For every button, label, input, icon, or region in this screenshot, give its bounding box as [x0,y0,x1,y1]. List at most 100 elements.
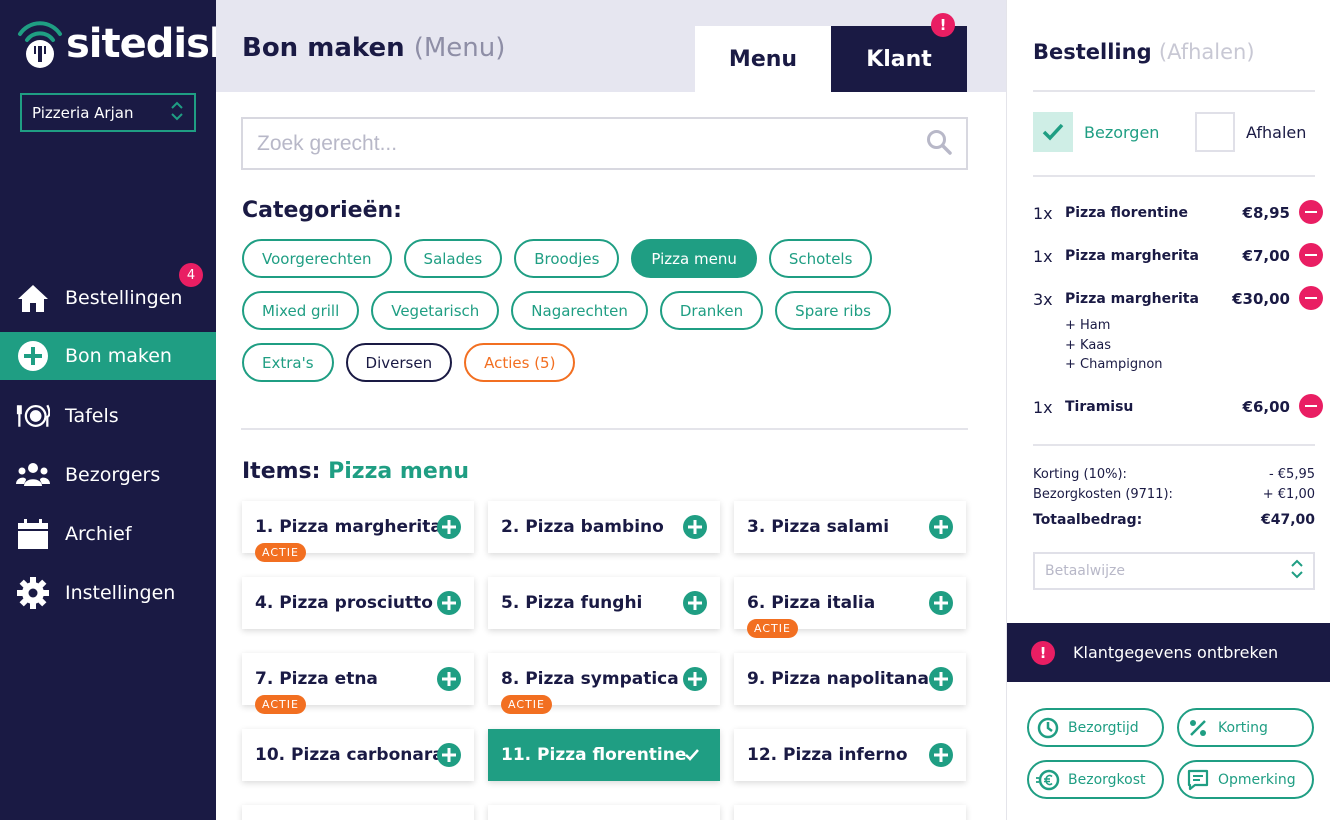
sitedish-logo-icon [16,18,64,70]
menu-item[interactable]: 8. Pizza sympatica ACTIE [488,653,720,714]
nav-item-bestellingen[interactable]: Bestellingen 4 [0,263,216,327]
divider [1033,175,1315,177]
category-chip-schotels[interactable]: Schotels [768,239,873,278]
menu-item-label: 6. Pizza italia [747,593,876,613]
add-icon[interactable] [929,667,953,691]
nav-item-bezorgers[interactable]: Bezorgers [0,445,216,504]
menu-item[interactable] [242,805,474,820]
nav-item-archief[interactable]: Archief [0,504,216,563]
missing-customer-warning[interactable]: ! Klantgegevens ontbreken [1007,623,1330,682]
menu-item[interactable]: 12. Pizza inferno [734,729,966,781]
order-line-extra: + Champignon [1065,357,1163,372]
category-chip-voorgerechten[interactable]: Voorgerechten [242,239,392,278]
discount-label: Korting (10%): [1033,467,1127,482]
euro-icon [1036,768,1060,792]
menu-item[interactable]: 1. Pizza margherita ACTIE [242,501,474,562]
order-line-name: Pizza margherita [1065,291,1199,307]
category-chip-dranken[interactable]: Dranken [659,291,764,330]
users-icon [16,458,50,492]
menu-item[interactable]: 7. Pizza etna ACTIE [242,653,474,714]
tab-menu[interactable]: Menu [695,26,831,92]
category-chip-extras[interactable]: Extra's [242,343,334,382]
remove-icon[interactable] [1299,394,1323,418]
select-arrows-icon [170,100,184,126]
order-title-text: Bestelling [1033,40,1152,64]
add-icon[interactable] [683,515,707,539]
add-icon[interactable] [437,743,461,767]
menu-item[interactable]: 9. Pizza napolitana [734,653,966,705]
delivery-cost-row: Bezorgkosten (9711): + €1,00 [1033,487,1315,502]
afhalen-checkbox[interactable]: Afhalen [1195,112,1306,152]
checkbox-box[interactable] [1033,112,1073,152]
add-icon[interactable] [437,515,461,539]
nav-item-bon-maken[interactable]: Bon maken [0,332,216,380]
add-icon[interactable] [437,591,461,615]
add-icon[interactable] [437,667,461,691]
remove-icon[interactable] [1299,200,1323,224]
order-line-name: Tiramisu [1065,399,1134,415]
bezorgtijd-button[interactable]: Bezorgtijd [1027,708,1164,747]
payment-method-select[interactable]: Betaalwijze [1033,552,1315,590]
add-icon[interactable] [683,667,707,691]
add-icon[interactable] [929,515,953,539]
nav-label: Instellingen [65,581,176,604]
order-subtitle: (Afhalen) [1158,40,1255,64]
items-title: Items: Pizza menu [242,459,469,484]
menu-item[interactable]: 10. Pizza carbonara [242,729,474,781]
add-icon[interactable] [929,743,953,767]
category-chip-acties[interactable]: Acties (5) [464,343,576,382]
category-chip-pizza-menu[interactable]: Pizza menu [631,239,757,278]
nav-item-tafels[interactable]: Tafels [0,386,216,445]
korting-button[interactable]: Korting [1177,708,1314,747]
total-label: Totaalbedrag: [1033,512,1143,528]
menu-item-label: 5. Pizza funghi [501,593,643,613]
category-chip-mixed-grill[interactable]: Mixed grill [242,291,360,330]
order-line-price: €6,00 [1242,398,1290,416]
nav-item-instellingen[interactable]: Instellingen [0,563,216,622]
menu-item[interactable]: 6. Pizza italia ACTIE [734,577,966,638]
menu-item[interactable]: 5. Pizza funghi [488,577,720,629]
category-chip-broodjes[interactable]: Broodjes [514,239,620,278]
order-line-qty: 1x [1033,204,1053,223]
bezorgen-checkbox[interactable]: Bezorgen [1033,112,1159,152]
promo-badge: ACTIE [255,695,306,714]
menu-item-label: 12. Pizza inferno [747,745,908,765]
category-row: Mixed grill Vegetarisch Nagarechten Dran… [242,291,891,330]
category-chip-spare-ribs[interactable]: Spare ribs [775,291,891,330]
menu-item-label: 2. Pizza bambino [501,517,664,537]
opmerking-button[interactable]: Opmerking [1177,760,1314,799]
category-chip-nagarechten[interactable]: Nagarechten [511,291,648,330]
remove-icon[interactable] [1299,243,1323,267]
delivery-cost-label: Bezorgkosten (9711): [1033,487,1173,502]
bezorgkost-button[interactable]: Bezorgkost [1027,760,1164,799]
tab-label: Klant [866,46,932,72]
add-icon[interactable] [683,591,707,615]
search-input[interactable] [257,131,926,156]
add-icon[interactable] [929,591,953,615]
menu-item-label: 10. Pizza carbonara [255,745,444,765]
restaurant-select[interactable]: Pizzeria Arjan [20,93,196,132]
discount-row: Korting (10%): - €5,95 [1033,467,1315,482]
category-chip-vegetarisch[interactable]: Vegetarisch [371,291,500,330]
promo-badge: ACTIE [747,619,798,638]
logo[interactable]: sitedish [16,18,237,70]
menu-item[interactable]: 4. Pizza prosciutto [242,577,474,629]
tab-klant[interactable]: Klant ! [831,13,967,92]
order-line-qty: 1x [1033,247,1053,266]
search-icon[interactable] [926,129,952,159]
menu-item[interactable]: 3. Pizza salami [734,501,966,553]
menu-item[interactable]: 2. Pizza bambino [488,501,720,553]
alert-icon: ! [931,13,955,37]
sidebar: sitedish Pizzeria Arjan Bestellingen 4 B… [0,0,237,820]
checkbox-box[interactable] [1195,112,1235,152]
menu-item[interactable] [734,805,966,820]
menu-item-selected[interactable]: 11. Pizza florentine [488,729,720,781]
order-line-extra: + Kaas [1065,338,1112,353]
category-chip-salades[interactable]: Salades [403,239,503,278]
remove-icon[interactable] [1299,286,1323,310]
nav-label: Tafels [65,404,119,427]
category-chip-diversen[interactable]: Diversen [345,343,453,382]
menu-item[interactable] [488,805,720,820]
page-title: Bon maken (Menu) [242,33,505,63]
menu-item-label: 8. Pizza sympatica [501,669,679,689]
